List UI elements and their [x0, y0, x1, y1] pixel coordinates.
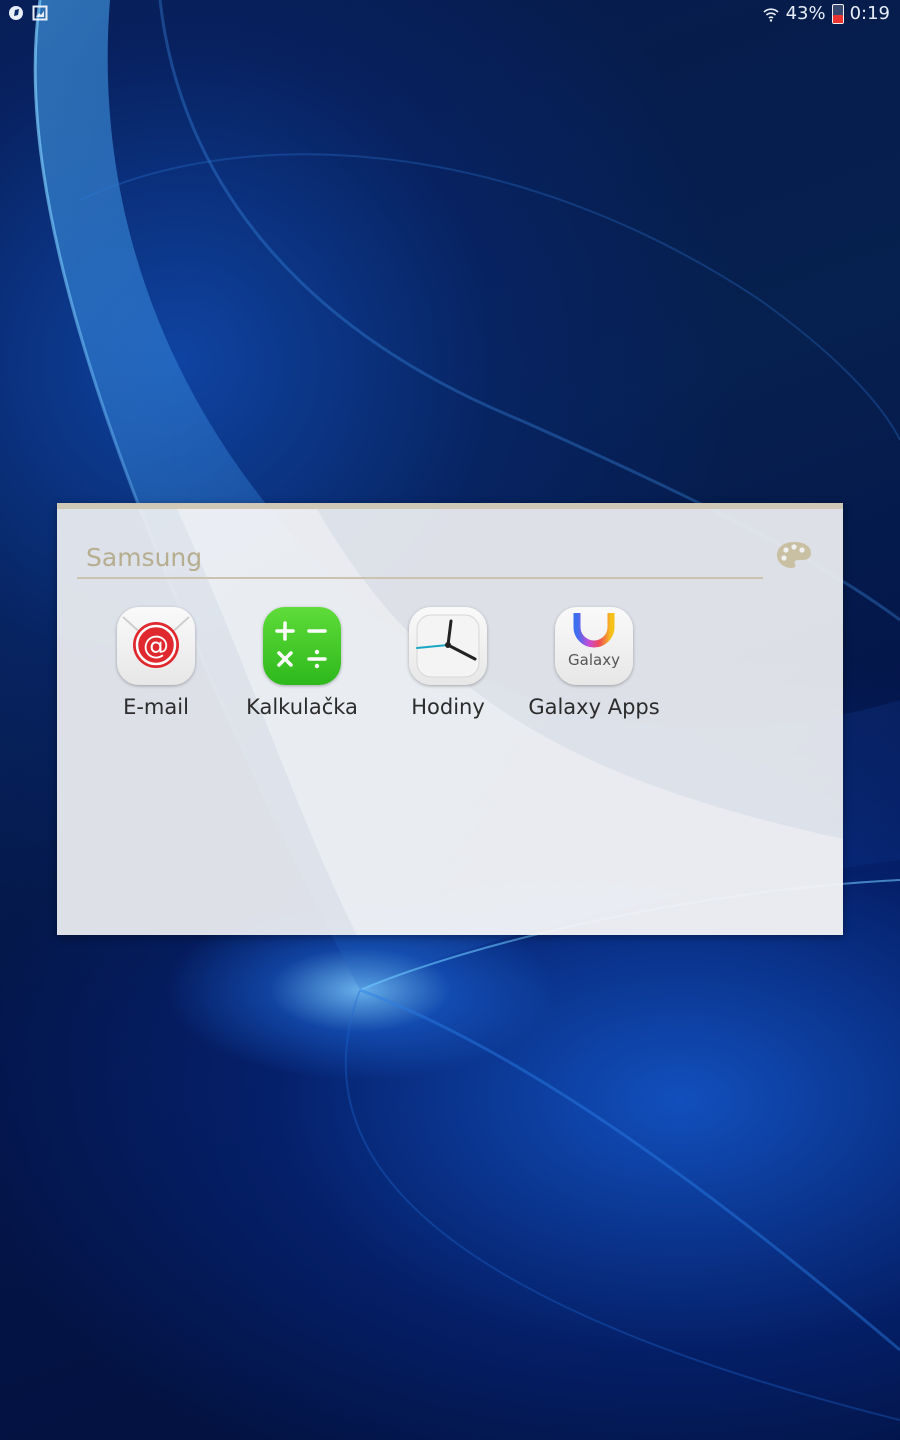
- app-clock[interactable]: Hodiny: [375, 607, 521, 719]
- app-folder: Samsung @ E-mail Kalkulačka Hodiny Galax…: [57, 503, 843, 935]
- folder-app-grid: @ E-mail Kalkulačka Hodiny Galaxy Galaxy…: [83, 607, 667, 719]
- wifi-icon: [763, 7, 779, 22]
- clock-time: 0:19: [849, 3, 890, 24]
- app-label: Kalkulačka: [246, 695, 358, 719]
- app-label: E-mail: [123, 695, 189, 719]
- app-calculator[interactable]: Kalkulačka: [229, 607, 375, 719]
- notification-icon: [9, 6, 23, 20]
- status-bar: 43% 0:19: [0, 0, 900, 30]
- galaxy-apps-icon: Galaxy: [555, 607, 633, 685]
- battery-low-icon: [831, 3, 844, 24]
- folder-name-field[interactable]: Samsung: [77, 537, 763, 579]
- app-label: Hodiny: [411, 695, 485, 719]
- calculator-icon: [263, 607, 341, 685]
- email-icon: @: [117, 607, 195, 685]
- screenshot-icon: [32, 5, 48, 21]
- svg-text:@: @: [143, 631, 169, 661]
- app-galaxy-apps[interactable]: Galaxy Galaxy Apps: [521, 607, 667, 719]
- clock-icon: [409, 607, 487, 685]
- app-label: Galaxy Apps: [528, 695, 660, 719]
- battery-percent: 43%: [785, 3, 826, 24]
- app-email[interactable]: @ E-mail: [83, 607, 229, 719]
- palette-icon[interactable]: [775, 539, 813, 571]
- galaxy-icon-text: Galaxy: [568, 651, 620, 669]
